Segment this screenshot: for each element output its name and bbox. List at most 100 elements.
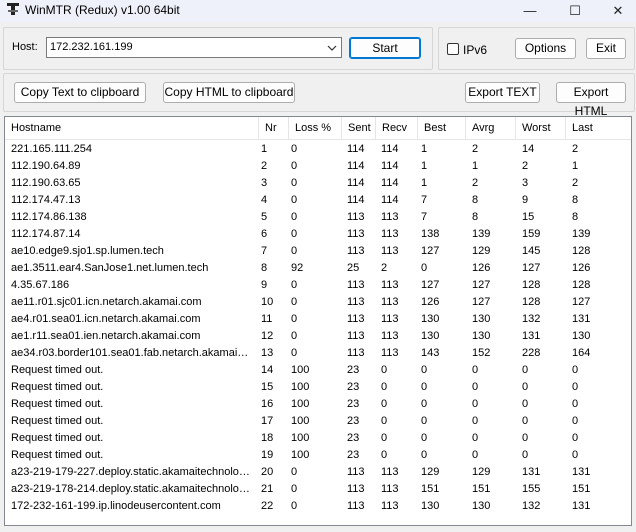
cell-avrg: 130 [472,500,491,512]
col-header-best[interactable]: Best [418,117,466,139]
cell-best: 127 [421,245,440,257]
table-row[interactable]: 112.174.47.13 4 0 114 114 7 8 9 8 [5,193,631,210]
copy-html-button[interactable]: Copy HTML to clipboard [163,82,295,103]
table-row[interactable]: Request timed out. 19 100 23 0 0 0 0 0 [5,448,631,465]
cell-best: 138 [421,228,440,240]
cell-last: 0 [572,381,579,393]
host-combobox[interactable]: 172.232.161.199 [46,37,342,58]
table-row[interactable]: 112.190.63.65 3 0 114 114 1 2 3 2 [5,176,631,193]
cell-last: 151 [572,483,591,495]
col-header-nr[interactable]: Nr [259,117,289,139]
cell-sent: 113 [347,330,365,342]
cell-loss: 0 [291,194,298,206]
cell-best: 0 [421,262,428,274]
cell-avrg: 8 [472,194,479,206]
table-row[interactable]: Request timed out. 17 100 23 0 0 0 0 0 [5,414,631,431]
col-header-worst[interactable]: Worst [516,117,566,139]
table-row[interactable]: Request timed out. 14 100 23 0 0 0 0 0 [5,363,631,380]
cell-last: 2 [572,177,579,189]
cell-sent: 23 [347,398,360,410]
export-html-button[interactable]: Export HTML [556,82,626,118]
col-header-last[interactable]: Last [566,117,631,139]
cell-best: 0 [421,449,428,461]
cell-hostname: ae10.edge9.sjo1.sp.lumen.tech [11,245,164,257]
cell-worst: 128 [522,279,541,291]
table-row[interactable]: 112.174.86.138 5 0 113 113 7 8 15 8 [5,210,631,227]
table-row[interactable]: ae34.r03.border101.sea01.fab.netarch.aka… [5,346,631,363]
table-row[interactable]: ae4.r01.sea01.icn.netarch.akamai.com 11 0 1… [5,312,631,329]
cell-avrg: 151 [472,483,491,495]
cell-nr: 16 [261,398,274,410]
cell-worst: 0 [522,381,529,393]
cell-recv: 0 [381,364,388,376]
cell-avrg: 130 [472,313,491,325]
col-header-recv[interactable]: Recv [376,117,418,139]
table-row[interactable]: 172-232-161-199.ip.linodeusercontent.com… [5,499,631,516]
cell-hostname: a23-219-179-227.deploy.static.akamaitech… [11,466,251,478]
cell-avrg: 8 [472,211,479,223]
cell-sent: 23 [347,415,360,427]
cell-hostname: 112.190.63.65 [11,177,81,189]
cell-avrg: 127 [472,296,491,308]
cell-best: 130 [421,313,440,325]
cell-avrg: 0 [472,398,479,410]
options-button[interactable]: Options [515,38,576,59]
exit-button[interactable]: Exit [586,38,626,59]
cell-last: 131 [572,313,591,325]
table-row[interactable]: 112.190.64.89 2 0 114 114 1 1 2 1 [5,159,631,176]
table-row[interactable]: Request timed out. 16 100 23 0 0 0 0 0 [5,397,631,414]
col-header-avrg[interactable]: Avrg [466,117,516,139]
table-row[interactable]: ae10.edge9.sjo1.sp.lumen.tech 7 0 113 113 127… [5,244,631,261]
cell-best: 151 [421,483,440,495]
host-input[interactable]: 172.232.161.199 [50,41,133,53]
cell-worst: 155 [522,483,541,495]
cell-recv: 113 [381,483,399,495]
cell-recv: 113 [381,211,399,223]
table-row[interactable]: a23-219-178-214.deploy.static.akamaitech… [5,482,631,499]
col-header-hostname[interactable]: Hostname [5,117,259,139]
cell-avrg: 130 [472,330,491,342]
ipv6-label: IPv6 [463,43,488,57]
minimize-button[interactable]: — [508,0,552,22]
export-text-button[interactable]: Export TEXT [465,82,540,103]
col-header-loss[interactable]: Loss % [289,117,342,139]
cell-hostname: Request timed out. [11,449,104,461]
cell-nr: 11 [261,313,273,325]
chevron-down-icon[interactable] [325,40,339,56]
close-button[interactable]: ✕ [596,0,636,22]
table-row[interactable]: 112.174.87.14 6 0 113 113 138 139 159 139 [5,227,631,244]
cell-recv: 113 [381,347,399,359]
table-row[interactable]: Request timed out. 15 100 23 0 0 0 0 0 [5,380,631,397]
maximize-button[interactable]: ☐ [553,0,597,22]
cell-hostname: ae4.r01.sea01.icn.netarch.akamai.com [11,313,201,325]
cell-worst: 9 [522,194,529,206]
cell-nr: 14 [261,364,274,376]
table-row[interactable]: ae1.r11.sea01.ien.netarch.akamai.com 12 0 1… [5,329,631,346]
cell-hostname: Request timed out. [11,432,104,444]
table-row[interactable]: 221.165.111.254 1 0 114 114 1 2 14 2 [5,142,631,159]
results-list[interactable]: Hostname Nr Loss % Sent Recv Best Avrg W… [4,116,632,526]
cell-last: 0 [572,432,579,444]
header-divider [5,139,631,140]
copy-text-button[interactable]: Copy Text to clipboard [14,82,146,103]
cell-last: 0 [572,415,579,427]
table-row[interactable]: 4.35.67.186 9 0 113 113 127 127 128 128 [5,278,631,295]
cell-nr: 8 [261,262,268,274]
cell-last: 0 [572,364,579,376]
table-row[interactable]: Request timed out. 18 100 23 0 0 0 0 0 [5,431,631,448]
start-button[interactable]: Start [349,37,421,59]
cell-last: 0 [572,449,579,461]
col-header-sent[interactable]: Sent [342,117,376,139]
table-row[interactable]: a23-219-179-227.deploy.static.akamaitech… [5,465,631,482]
ipv6-checkbox[interactable] [447,43,459,55]
table-row[interactable]: ae1.3511.ear4.SanJose1.net.lumen.tech 8 92… [5,261,631,278]
title-bar: WinMTR (Redux) v1.00 64bit — ☐ ✕ [0,0,636,22]
cell-loss: 0 [291,228,298,240]
cell-sent: 113 [347,211,365,223]
cell-last: 2 [572,143,579,155]
table-row[interactable]: ae11.r01.sjc01.icn.netarch.akamai.com 10 0… [5,295,631,312]
cell-nr: 19 [261,449,274,461]
cell-nr: 13 [261,347,274,359]
cell-avrg: 139 [472,228,491,240]
cell-recv: 113 [381,466,399,478]
